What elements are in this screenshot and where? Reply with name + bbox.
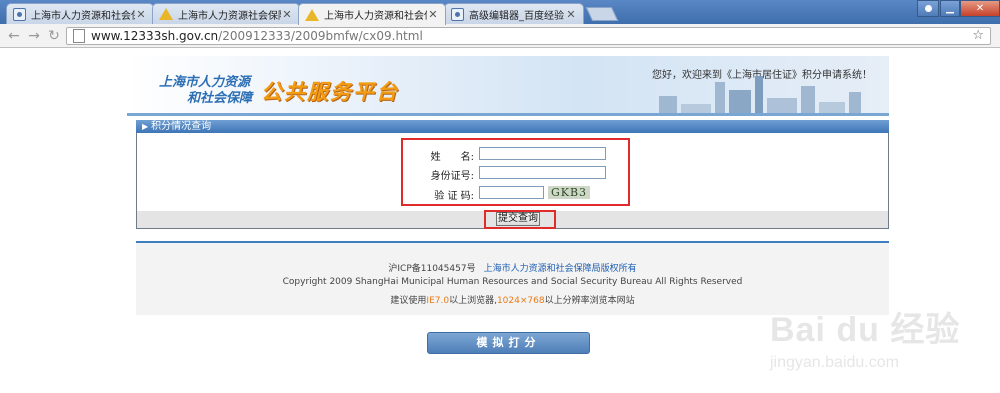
warning-icon (159, 8, 173, 20)
triangle-right-icon: ▶ (142, 122, 149, 131)
gov-site-icon (13, 7, 26, 21)
advice-post: 以上分辨率浏览本网站 (544, 296, 635, 306)
bookmark-star-icon[interactable]: ☆ (972, 28, 984, 43)
close-icon[interactable]: ✕ (565, 8, 577, 21)
name-label: 姓 名: (430, 152, 474, 163)
city-skyline-image (619, 74, 889, 116)
platform-title: 公共服务平台 (261, 80, 399, 104)
new-tab-button[interactable] (585, 7, 619, 21)
section-header: ▶ 积分情况查询 (136, 120, 889, 133)
copyright-text: Copyright 2009 ShangHai Municipal Human … (282, 277, 743, 287)
gov-site-icon (451, 7, 464, 21)
close-icon[interactable]: ✕ (281, 8, 293, 21)
tab-title: 上海市人力资源和社会保 (324, 11, 427, 22)
close-window-icon[interactable]: ✕ (960, 0, 1000, 17)
owner-link[interactable]: 上海市人力资源和社会保障局版权所有 (484, 264, 637, 274)
banner-divider (127, 113, 889, 116)
user-icon[interactable] (917, 0, 939, 17)
advice-pre: 建议使用 (390, 296, 427, 306)
close-icon[interactable]: ✕ (427, 8, 439, 21)
simulate-score-button[interactable]: 模拟打分 (427, 332, 590, 354)
browser-tab-1[interactable]: 上海市人力资源和社会保 ✕ (6, 3, 154, 24)
close-icon[interactable]: ✕ (135, 8, 147, 21)
footer-icp-row: 沪ICP备11045457号 上海市人力资源和社会保障局版权所有 (136, 261, 889, 274)
advice-resolution: 1024×768 (496, 296, 545, 306)
logo-line2: 和社会保障 (187, 91, 253, 106)
id-number-input[interactable] (479, 166, 606, 179)
id-number-label: 身份证号: (430, 171, 474, 182)
tab-title: 上海市人力资源和社会保 (31, 10, 135, 22)
forward-arrow-icon[interactable]: → (25, 27, 43, 45)
warning-icon (305, 8, 319, 21)
advice-mid: 以上浏览器, (449, 296, 497, 306)
browser-tab-3[interactable]: 上海市人力资源和社会保 ✕ (298, 3, 446, 25)
watermark-url: jingyan.baidu.com (770, 354, 899, 371)
watermark-logo: Bai du 经验 (770, 311, 961, 349)
browser-tabstrip: 上海市人力资源和社会保 ✕ 上海市人力资源社会保障 ✕ 上海市人力资源和社会保 … (0, 0, 1000, 25)
url-host: www.12333sh.gov.cn (91, 29, 219, 43)
icp-number: 沪ICP备11045457号 (388, 264, 476, 274)
tab-title: 高级编辑器_百度经验 (469, 10, 564, 22)
url-path: /200912333/2009bmfw/cx09.html (218, 29, 423, 43)
site-banner: 上海市人力资源 和社会保障 公共服务平台 您好，欢迎来到《上海市居住证》积分申请… (127, 56, 889, 116)
window-controls: ▁ ✕ (940, 0, 1000, 17)
browser-tab-2[interactable]: 上海市人力资源社会保障 ✕ (152, 3, 300, 24)
browser-toolbar: ← → ↻ www.12333sh.gov.cn/200912333/2009b… (0, 24, 1000, 48)
section-title: 积分情况查询 (151, 121, 212, 132)
address-bar[interactable]: www.12333sh.gov.cn/200912333/2009bmfw/cx… (66, 27, 991, 45)
browser-tab-4[interactable]: 高级编辑器_百度经验 ✕ (444, 3, 584, 24)
submit-query-button[interactable]: 提交查询 (496, 212, 540, 226)
name-input[interactable] (479, 147, 606, 160)
advice-browser: IE7.0 (426, 296, 450, 306)
page-icon (73, 29, 85, 43)
captcha-input[interactable] (479, 186, 544, 199)
tab-title: 上海市人力资源社会保障 (178, 10, 281, 22)
baidu-watermark: Bai du 经验 jingyan.baidu.com (760, 302, 1000, 393)
captcha-label: 验 证 码: (434, 191, 474, 202)
reload-icon[interactable]: ↻ (45, 27, 63, 45)
captcha-image[interactable]: GKB3 (548, 186, 590, 199)
back-arrow-icon[interactable]: ← (5, 27, 23, 45)
minimize-icon[interactable]: ▁ (940, 0, 960, 17)
